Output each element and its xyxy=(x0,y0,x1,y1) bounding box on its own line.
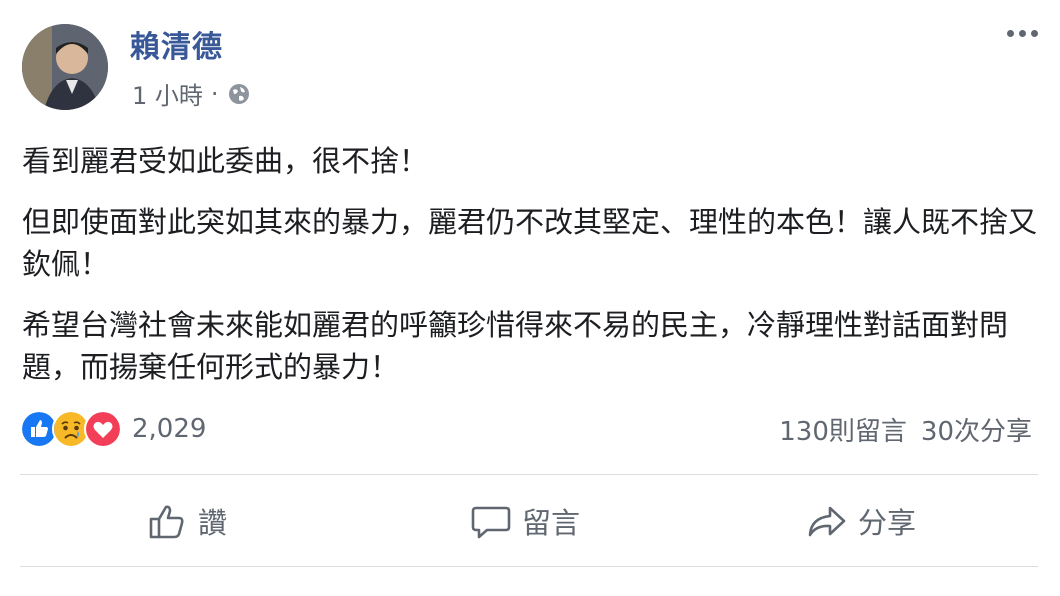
share-button[interactable]: 分享 xyxy=(806,500,916,542)
thumbs-up-icon xyxy=(149,505,184,539)
post-stats: 130則留言 30次分享 xyxy=(779,411,1032,448)
author-avatar[interactable] xyxy=(22,24,108,110)
comment-label: 留言 xyxy=(522,506,581,540)
author-name[interactable]: 賴清德 xyxy=(130,22,223,66)
dot-icon xyxy=(1007,30,1014,37)
love-icon xyxy=(84,410,122,448)
like-label: 讚 xyxy=(198,506,228,540)
share-label: 分享 xyxy=(858,506,917,540)
post-content: 看到麗君受如此委曲，很不捨！ 但即使面對此突如其來的暴力，麗君仍不改其堅定、理性… xyxy=(22,140,1037,407)
comment-icon xyxy=(471,506,511,539)
globe-icon xyxy=(228,83,249,104)
reaction-count[interactable]: 2,029 xyxy=(132,414,206,444)
post-meta: 1 小時 · xyxy=(132,76,251,111)
comment-count[interactable]: 130則留言 xyxy=(779,411,907,448)
dot-icon xyxy=(1019,30,1026,37)
divider xyxy=(20,474,1038,475)
post-paragraph: 希望台灣社會未來能如麗君的呼籲珍惜得來不易的民主，冷靜理性對話面對問題，而揚棄任… xyxy=(22,308,1009,384)
reactions-summary[interactable]: 2,029 xyxy=(20,410,206,448)
more-options-button[interactable] xyxy=(1007,30,1038,37)
share-count[interactable]: 30次分享 xyxy=(921,411,1032,448)
divider xyxy=(20,566,1038,567)
post-paragraph: 看到麗君受如此委曲，很不捨！ xyxy=(22,144,429,178)
share-arrow-icon xyxy=(808,506,846,537)
post-time[interactable]: 1 小時 xyxy=(132,76,203,111)
dot-icon xyxy=(1031,30,1038,37)
comment-button[interactable]: 留言 xyxy=(470,500,580,542)
meta-separator: · xyxy=(210,79,219,108)
like-button[interactable]: 讚 xyxy=(146,500,227,542)
post-paragraph: 但即使面對此突如其來的暴力，麗君仍不改其堅定、理性的本色！讓人既不捨又欽佩！ xyxy=(22,205,1038,281)
